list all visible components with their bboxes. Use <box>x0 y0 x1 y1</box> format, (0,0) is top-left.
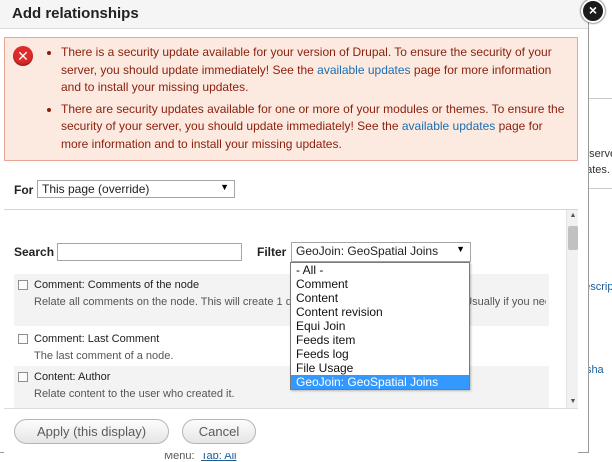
relationship-name: Comment: Comments of the node <box>34 279 200 291</box>
apply-button[interactable]: Apply (this display) <box>14 419 169 444</box>
add-relationships-dialog: Add relationships ✕ There is a security … <box>0 0 589 453</box>
close-icon[interactable]: × <box>581 0 605 23</box>
search-input[interactable] <box>57 243 242 261</box>
filter-option[interactable]: Content revision <box>291 305 469 319</box>
relationship-name: Comment: Last Comment <box>34 333 160 345</box>
relationship-checkbox[interactable] <box>18 372 28 382</box>
relationship-checkbox[interactable] <box>18 334 28 344</box>
error-message-list: There is a security update available for… <box>41 38 571 157</box>
for-selected-value: This page (override) <box>42 182 150 196</box>
dialog-button-pane: Apply (this display) Cancel <box>4 408 578 453</box>
filter-option[interactable]: Feeds item <box>291 333 469 347</box>
error-messages: ✕ There is a security update available f… <box>4 37 578 161</box>
filter-select[interactable]: GeoJoin: GeoSpatial Joins ▼ <box>291 242 471 262</box>
filter-option[interactable]: Feeds log <box>291 347 469 361</box>
available-updates-link[interactable]: available updates <box>317 63 410 77</box>
scrollbar-thumb[interactable] <box>568 226 578 250</box>
dropdown-arrow-icon: ▼ <box>456 244 465 254</box>
error-message-item: There are security updates available for… <box>61 101 571 154</box>
cancel-button[interactable]: Cancel <box>182 419 256 444</box>
for-label: For <box>14 183 34 197</box>
scroll-down-icon[interactable]: ▼ <box>567 396 578 408</box>
filter-option[interactable]: - All - <box>291 263 469 277</box>
dialog-titlebar: Add relationships <box>0 0 588 29</box>
relationship-name: Content: Author <box>34 371 111 383</box>
filter-dropdown-list[interactable]: - All - Comment Content Content revision… <box>290 262 470 390</box>
available-updates-link[interactable]: available updates <box>402 119 495 133</box>
scroll-up-icon[interactable]: ▲ <box>567 210 578 222</box>
error-icon: ✕ <box>13 46 33 66</box>
dialog-title: Add relationships <box>12 5 139 22</box>
filter-option[interactable]: File Usage <box>291 361 469 375</box>
filter-option[interactable]: Equi Join <box>291 319 469 333</box>
search-label: Search <box>14 245 55 259</box>
filter-selected-value: GeoJoin: GeoSpatial Joins <box>296 244 439 258</box>
dropdown-arrow-icon: ▼ <box>220 182 229 192</box>
scrollbar[interactable]: ▲ ▼ <box>566 210 578 408</box>
for-select[interactable]: This page (override) ▼ <box>37 180 235 198</box>
filter-option[interactable]: Comment <box>291 277 469 291</box>
filter-label: Filter <box>257 245 287 259</box>
filter-option[interactable]: Content <box>291 291 469 305</box>
relationship-checkbox[interactable] <box>18 280 28 290</box>
error-message-item: There is a security update available for… <box>61 44 571 97</box>
filter-option-selected[interactable]: GeoJoin: GeoSpatial Joins <box>291 375 469 389</box>
